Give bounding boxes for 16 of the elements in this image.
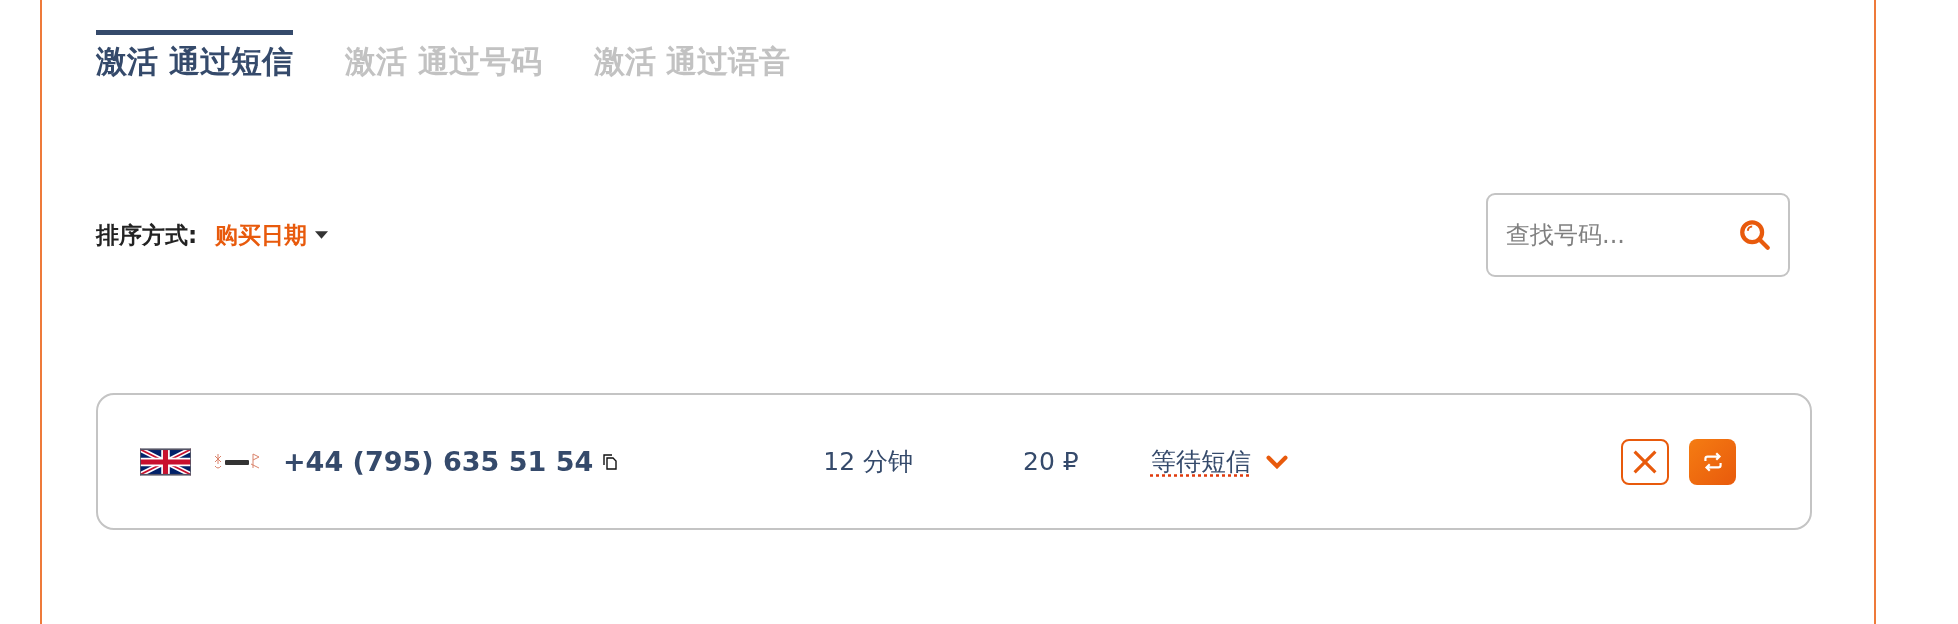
sort-label: 排序方式: bbox=[96, 220, 198, 250]
status-text: 等待短信 bbox=[1150, 446, 1251, 478]
time-left: 12 分钟 bbox=[823, 446, 914, 478]
search-field[interactable]: 查找号码... bbox=[1486, 193, 1790, 277]
chevron-down-icon[interactable] bbox=[1264, 454, 1289, 469]
price: 20 ₽ bbox=[1023, 447, 1079, 476]
caret-icon bbox=[315, 231, 329, 239]
close-icon bbox=[1632, 448, 1658, 475]
repeat-button[interactable] bbox=[1689, 438, 1736, 485]
tab[interactable]: 激活 通过短信 bbox=[96, 30, 293, 83]
copy-icon[interactable] bbox=[603, 452, 618, 471]
sort-dropdown[interactable]: 购买日期 bbox=[215, 219, 329, 251]
phone-number: +44 (795) 635 51 54 bbox=[283, 446, 594, 477]
cancel-button[interactable] bbox=[1621, 438, 1669, 485]
flag-icon bbox=[140, 446, 191, 477]
search-icon[interactable] bbox=[1738, 218, 1772, 252]
